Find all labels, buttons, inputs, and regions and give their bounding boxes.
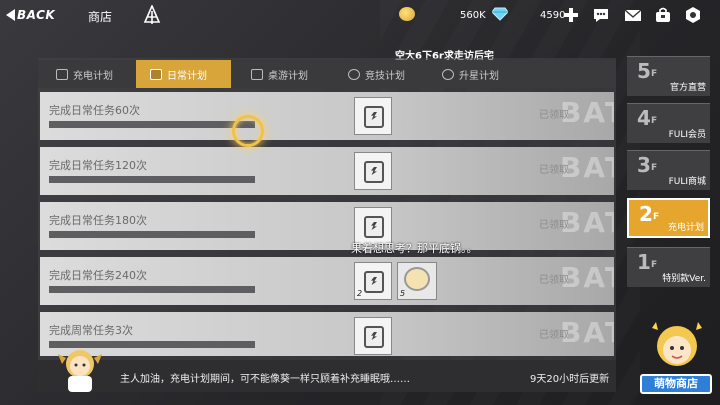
floor-2[interactable]: 2 F 充电计划 bbox=[627, 198, 710, 238]
trophy-icon bbox=[348, 68, 360, 80]
task-progress-bar bbox=[49, 231, 255, 238]
board-icon bbox=[251, 68, 263, 80]
floor-label: 特别款Ver. bbox=[662, 274, 706, 284]
tap-indicator bbox=[232, 115, 264, 147]
bag-icon[interactable] bbox=[654, 6, 672, 24]
floor-number: 1 bbox=[637, 250, 651, 274]
floor-suffix: F bbox=[653, 212, 660, 222]
floor-number: 3 bbox=[637, 153, 651, 177]
claimed-status: 已领取 bbox=[539, 275, 569, 286]
page-title: 商店 bbox=[88, 10, 113, 24]
floor-4[interactable]: 4 F FULI会员 bbox=[627, 103, 710, 143]
claimed-status: 已领取 bbox=[539, 220, 569, 231]
battery-icon bbox=[364, 216, 384, 238]
tab-competitive-plan[interactable]: 竞技计划 bbox=[348, 60, 438, 88]
task-row: BAT 完成日常任务60次 已领取 bbox=[40, 92, 614, 140]
reward-item[interactable]: 2 bbox=[354, 262, 392, 300]
task-row: BAT 完成日常任务240次 2 5 已领取 bbox=[40, 257, 614, 305]
reward-quantity: 5 bbox=[400, 289, 406, 298]
floor-label: 官方直营 bbox=[669, 83, 706, 93]
floor-suffix: F bbox=[651, 260, 658, 270]
battery-icon bbox=[364, 106, 384, 128]
floor-3[interactable]: 3 F FULI商城 bbox=[627, 150, 710, 190]
tab-daily-plan[interactable]: 日常计划 bbox=[136, 60, 231, 88]
mail-icon[interactable] bbox=[624, 6, 642, 24]
task-label: 完成日常任务180次 bbox=[49, 214, 147, 227]
chibi-character bbox=[58, 350, 102, 392]
tab-bar: 充电计划 日常计划 桌游计划 竞技计划 升星计划 bbox=[38, 60, 616, 88]
tab-label: 升星计划 bbox=[459, 70, 499, 82]
tab-label: 竞技计划 bbox=[365, 70, 405, 82]
reward-quantity: 2 bbox=[357, 289, 363, 298]
top-bar: BACK 商店 560K 4590 bbox=[0, 0, 720, 34]
coin-icon bbox=[399, 7, 415, 21]
floor-label: 充电计划 bbox=[667, 223, 704, 233]
character-portrait-icon bbox=[404, 267, 430, 291]
battery-icon bbox=[364, 326, 384, 348]
tab-boardgame-plan[interactable]: 桌游计划 bbox=[251, 60, 341, 88]
floor-suffix: F bbox=[651, 69, 658, 79]
task-progress-bar bbox=[49, 176, 255, 183]
assistant-message: 主人加油，充电计划期间，可不能像葵一样只顾着补充睡眠哦…… bbox=[120, 374, 410, 385]
speech-overlay: 果着想思考？那平底锅。。 bbox=[351, 242, 478, 255]
star-icon bbox=[442, 68, 454, 80]
tree-icon[interactable] bbox=[143, 5, 161, 25]
shop-button[interactable]: 萌物商店 bbox=[640, 374, 712, 394]
floor-5[interactable]: 5 F 官方直营 bbox=[627, 56, 710, 96]
calendar-icon bbox=[56, 68, 68, 80]
floor-number: 4 bbox=[637, 106, 651, 130]
reward-item[interactable] bbox=[354, 152, 392, 190]
task-row: BAT 完成日常任务120次 已领取 bbox=[40, 147, 614, 195]
reward-item[interactable] bbox=[354, 317, 392, 355]
claimed-status: 已领取 bbox=[539, 110, 569, 121]
floor-label: FULI会员 bbox=[668, 130, 706, 140]
battery-icon bbox=[364, 271, 384, 293]
floor-label: FULI商城 bbox=[668, 177, 706, 187]
task-label: 完成日常任务240次 bbox=[49, 269, 147, 282]
tab-label: 充电计划 bbox=[73, 70, 113, 82]
task-progress-bar bbox=[49, 121, 255, 128]
diamond-amount: 4590 bbox=[540, 10, 566, 21]
task-label: 完成周常任务3次 bbox=[49, 324, 133, 337]
chat-icon[interactable] bbox=[592, 6, 610, 24]
reset-timer: 9天20小时后更新 bbox=[530, 374, 610, 385]
back-button[interactable]: BACK bbox=[6, 6, 66, 24]
floor-suffix: F bbox=[651, 163, 658, 173]
claimed-status: 已领取 bbox=[539, 330, 569, 341]
coin-amount: 560K bbox=[460, 10, 486, 21]
reward-item-character[interactable]: 5 bbox=[397, 262, 437, 300]
battery-icon bbox=[364, 161, 384, 183]
back-arrow-icon bbox=[6, 9, 15, 21]
floor-number: 2 bbox=[639, 202, 653, 226]
reward-item[interactable] bbox=[354, 97, 392, 135]
tab-star-plan[interactable]: 升星计划 bbox=[442, 60, 532, 88]
settings-icon[interactable] bbox=[684, 6, 702, 24]
diamond-icon bbox=[492, 7, 508, 21]
message-bar: 主人加油，充电计划期间，可不能像葵一样只顾着补充睡眠哦…… 9天20小时后更新 bbox=[38, 360, 616, 392]
calendar-icon bbox=[150, 68, 162, 80]
tab-label: 日常计划 bbox=[167, 70, 207, 82]
claimed-status: 已领取 bbox=[539, 165, 569, 176]
task-row: BAT 完成日常任务180次 已领取 bbox=[40, 202, 614, 250]
floor-1[interactable]: 1 F 特别款Ver. bbox=[627, 247, 710, 287]
task-progress-bar bbox=[49, 286, 255, 293]
task-label: 完成日常任务120次 bbox=[49, 159, 147, 172]
tab-label: 桌游计划 bbox=[268, 70, 308, 82]
back-label: BACK bbox=[17, 8, 56, 22]
task-label: 完成日常任务60次 bbox=[49, 104, 140, 117]
task-row: BAT 完成周常任务3次 已领取 bbox=[40, 312, 614, 356]
tab-charge-plan[interactable]: 充电计划 bbox=[56, 60, 146, 88]
floor-number: 5 bbox=[637, 59, 651, 83]
add-currency-button[interactable] bbox=[563, 7, 579, 23]
floor-suffix: F bbox=[651, 116, 658, 126]
